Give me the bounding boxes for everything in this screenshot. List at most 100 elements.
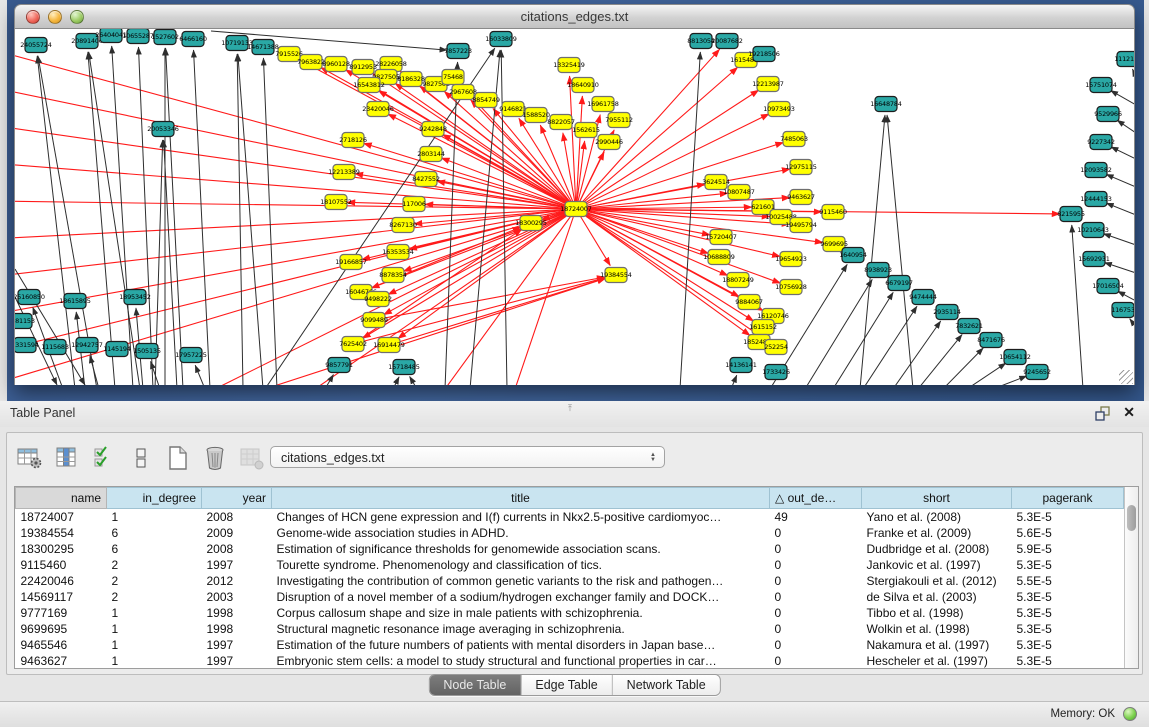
table-selector-dropdown[interactable]: citations_edges.txt ▲▼ xyxy=(270,446,665,468)
graph-node[interactable]: 7963822 xyxy=(297,55,325,70)
table-row[interactable]: 946362711997Embryonic stem cells: a mode… xyxy=(16,653,1124,669)
graph-node[interactable]: 12444153 xyxy=(1080,192,1112,207)
graph-node[interactable]: 8960128 xyxy=(322,57,350,72)
close-panel-icon[interactable]: ✕ xyxy=(1123,404,1135,421)
graph-node[interactable]: 1733426 xyxy=(762,365,790,380)
table-row[interactable]: 1938455462009Genome-wide association stu… xyxy=(16,525,1124,541)
column-header-title[interactable]: title xyxy=(272,488,770,509)
graph-node[interactable]: 2718126 xyxy=(339,133,367,148)
column-header-name[interactable]: name xyxy=(16,488,107,509)
graph-node[interactable]: 2935114 xyxy=(933,305,961,320)
graph-node[interactable]: 1527602 xyxy=(151,30,179,45)
graph-node[interactable]: 19166857 xyxy=(335,255,367,270)
table-row[interactable]: 1830029562008Estimation of significance … xyxy=(16,541,1124,557)
table-row[interactable]: 946554611997Estimation of the future num… xyxy=(16,637,1124,653)
graph-node[interactable]: 14671388 xyxy=(247,40,279,55)
column-header-in_degree[interactable]: in_degree xyxy=(107,488,202,509)
graph-node[interactable]: 19218506 xyxy=(748,47,780,62)
graph-node[interactable]: 1505135 xyxy=(133,344,161,359)
graph-node[interactable]: 19384554 xyxy=(600,268,632,283)
table-row[interactable]: 2242004622012Investigating the contribut… xyxy=(16,573,1124,589)
delete-table-button[interactable] xyxy=(200,443,230,473)
window-titlebar[interactable]: citations_edges.txt xyxy=(14,4,1135,29)
table-scrollbar[interactable] xyxy=(1124,487,1138,668)
graph-node[interactable]: 1112134 xyxy=(1114,52,1134,67)
zoom-window-icon[interactable] xyxy=(70,10,84,24)
graph-node[interactable]: 252254 xyxy=(764,340,788,355)
show-columns-button[interactable] xyxy=(52,443,82,473)
graph-node[interactable]: 116753 xyxy=(1111,303,1134,318)
tab-node-table[interactable]: Node Table xyxy=(429,675,520,695)
graph-node[interactable]: 8267130 xyxy=(389,218,417,233)
graph-node[interactable]: 18615895 xyxy=(59,294,91,309)
graph-node[interactable]: 2990446 xyxy=(595,135,623,150)
memory-status-icon[interactable] xyxy=(1123,707,1137,721)
graph-node[interactable]: 1145194 xyxy=(103,342,131,357)
column-header-pagerank[interactable]: pagerank xyxy=(1012,488,1124,509)
graph-node[interactable]: 10655287 xyxy=(122,29,154,44)
graph-node[interactable]: 20053346 xyxy=(147,122,179,137)
graph-node[interactable]: 15692931 xyxy=(1078,252,1110,267)
graph-node[interactable]: 8822057 xyxy=(547,115,575,130)
graph-node[interactable]: 9498222 xyxy=(364,292,392,307)
graph-node[interactable]: 8938923 xyxy=(864,263,892,278)
tab-edge-table[interactable]: Edge Table xyxy=(520,675,611,695)
graph-node[interactable]: 20087682 xyxy=(711,34,743,49)
graph-node[interactable]: 9081153 xyxy=(15,314,35,329)
graph-node[interactable]: 9884067 xyxy=(735,295,763,310)
graph-node[interactable]: 7485063 xyxy=(780,132,808,147)
graph-node[interactable]: 13325419 xyxy=(553,58,585,73)
graph-node[interactable]: 10654112 xyxy=(999,350,1031,365)
table-settings-button[interactable] xyxy=(15,443,45,473)
graph-node[interactable]: 10973493 xyxy=(763,102,795,117)
graph-node[interactable]: 10210643 xyxy=(1077,223,1109,238)
graph-node[interactable]: 117006 xyxy=(402,197,426,212)
graph-node[interactable]: 9474444 xyxy=(909,290,937,305)
graph-node[interactable]: 10807487 xyxy=(723,185,755,200)
graph-node[interactable]: 8427552 xyxy=(412,172,440,187)
table-row[interactable]: 911546021997Tourette syndrome. Phenomeno… xyxy=(16,557,1124,573)
close-window-icon[interactable] xyxy=(26,10,40,24)
graph-node[interactable]: 16648784 xyxy=(870,97,902,112)
graph-node[interactable]: 16353534 xyxy=(382,245,414,260)
graph-node[interactable]: 15720407 xyxy=(705,230,737,245)
graph-node[interactable]: 16914479 xyxy=(373,338,405,353)
graph-node[interactable]: 9529966 xyxy=(1094,107,1122,122)
graph-node[interactable]: 16961758 xyxy=(587,97,619,112)
graph-node[interactable]: 18953452 xyxy=(119,290,151,305)
table-row[interactable]: 1456911722003Disruption of a novel membe… xyxy=(16,589,1124,605)
minimize-window-icon[interactable] xyxy=(48,10,62,24)
table-scrollbar-thumb[interactable] xyxy=(1127,505,1136,531)
graph-node[interactable]: 7832621 xyxy=(955,319,983,334)
graph-node[interactable]: 9463627 xyxy=(787,190,815,205)
graph-node[interactable]: 24055724 xyxy=(20,38,52,53)
graph-node[interactable]: 19654923 xyxy=(775,252,807,267)
graph-node[interactable]: 1588520 xyxy=(522,108,550,123)
graph-node[interactable]: 8186328 xyxy=(397,72,425,87)
graph-node[interactable]: 9099489 xyxy=(360,313,388,328)
graph-node[interactable]: 8878354 xyxy=(379,268,407,283)
create-table-button[interactable] xyxy=(163,443,193,473)
float-panel-icon[interactable] xyxy=(1095,406,1111,421)
graph-node[interactable]: 17016504 xyxy=(1092,279,1124,294)
tab-network-table[interactable]: Network Table xyxy=(612,675,720,695)
graph-node[interactable]: 8215955 xyxy=(1057,207,1085,222)
graph-node[interactable]: 1115683 xyxy=(41,340,69,355)
graph-node[interactable]: 75468 xyxy=(442,70,464,85)
panel-splitter-grip[interactable]: ⤒ xyxy=(568,403,578,411)
graph-node[interactable]: 16033809 xyxy=(485,32,517,47)
graph-node[interactable]: 2803144 xyxy=(417,147,445,162)
canvas-resize-grip[interactable] xyxy=(1119,370,1133,384)
graph-node[interactable]: 12093582 xyxy=(1080,163,1112,178)
graph-node[interactable]: 6679197 xyxy=(885,276,913,291)
graph-node[interactable]: 18807249 xyxy=(722,273,754,288)
graph-node[interactable]: 6466160 xyxy=(179,32,207,47)
column-header-year[interactable]: year xyxy=(202,488,272,509)
graph-node[interactable]: 9227342 xyxy=(1087,135,1115,150)
row-height-button[interactable] xyxy=(126,443,156,473)
graph-node[interactable]: 14136141 xyxy=(725,358,757,373)
graph-node[interactable]: 15718485 xyxy=(388,360,420,375)
graph-node[interactable]: 12213389 xyxy=(328,165,360,180)
column-header-short[interactable]: short xyxy=(862,488,1012,509)
graph-node[interactable]: 7625402 xyxy=(339,337,367,352)
